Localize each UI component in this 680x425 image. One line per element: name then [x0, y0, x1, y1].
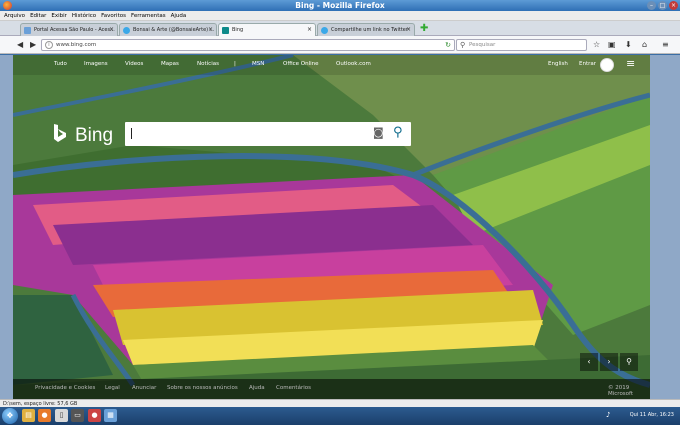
bing-search-input[interactable]: ◙ ⚲	[125, 122, 411, 146]
back-icon[interactable]: ◀	[17, 40, 23, 50]
search-input[interactable]: ⚲ Pesquisar	[456, 39, 587, 51]
menu-ajuda[interactable]: Ajuda	[171, 11, 187, 21]
tulip-fields-background	[13, 55, 650, 399]
tab-label: Bonsai & Arte (@BonsaieArte) ...	[133, 27, 215, 33]
star-icon[interactable]: ☆	[593, 40, 600, 50]
footer-about-ads-link[interactable]: Sobre os nossos anúncios	[167, 385, 238, 391]
tab-portal-acessa[interactable]: Portal Acessa São Paulo - Aces... ×	[20, 23, 118, 36]
tab-close-icon[interactable]: ×	[406, 24, 411, 36]
info-icon[interactable]: i	[45, 41, 53, 49]
files-icon[interactable]: ▦	[104, 409, 117, 422]
status-bar: D:\sem, espaço livre: 57,6 GB	[0, 399, 680, 407]
bing-favicon-icon	[222, 27, 229, 34]
maximize-button[interactable]: □	[658, 1, 667, 10]
forward-icon[interactable]: ▶	[30, 40, 36, 50]
navigation-bar: ◀ ▶ i www.bing.com ↻ ⚲ Pesquisar ☆ ▣ ⬇ ⌂…	[0, 36, 680, 54]
bing-top-nav: Tudo Imagens Vídeos Mapas Notícias | MSN…	[13, 55, 650, 75]
taskbar: ❖ ▤ ● ▯ ▭ ● ▦ ♪ Qui 11 Abr, 16:23	[0, 407, 680, 425]
minimize-button[interactable]: –	[647, 1, 656, 10]
menu-icon[interactable]: ≡	[662, 40, 669, 50]
menu-exibir[interactable]: Exibir	[51, 11, 67, 21]
nav-noticias[interactable]: Notícias	[197, 61, 219, 67]
tab-label: Bing	[232, 27, 244, 33]
firefox-taskbar-icon[interactable]: ●	[38, 409, 51, 422]
new-tab-button[interactable]: ✚	[420, 24, 428, 34]
avatar[interactable]	[600, 58, 614, 72]
url-bar[interactable]: i www.bing.com ↻	[41, 39, 455, 51]
nav-outlook[interactable]: Outlook.com	[336, 61, 371, 67]
nav-separator: |	[234, 61, 236, 67]
nav-videos[interactable]: Vídeos	[125, 61, 143, 67]
nav-mapas[interactable]: Mapas	[161, 61, 179, 67]
download-icon[interactable]: ⬇	[625, 40, 632, 50]
carousel-next-button[interactable]: ›	[600, 353, 618, 371]
globe-icon	[24, 27, 31, 34]
menu-ferramentas[interactable]: Ferramentas	[131, 11, 166, 21]
home-icon[interactable]: ⌂	[642, 40, 647, 50]
menu-favoritos[interactable]: Favoritos	[101, 11, 126, 21]
window-title: Bing - Mozilla Firefox	[295, 1, 385, 10]
tab-close-icon[interactable]: ×	[307, 24, 312, 36]
window-titlebar: Bing - Mozilla Firefox – □ ×	[0, 0, 680, 11]
menu-bar: Arquivo Editar Exibir Histórico Favorito…	[0, 11, 680, 21]
menu-historico[interactable]: Histórico	[72, 11, 96, 21]
nav-tudo[interactable]: Tudo	[54, 61, 67, 67]
nav-imagens[interactable]: Imagens	[84, 61, 108, 67]
url-text: www.bing.com	[56, 42, 97, 48]
terminal-icon[interactable]: ▭	[71, 409, 84, 422]
clock: Qui 11 Abr, 16:23	[629, 412, 674, 418]
twitter-icon	[321, 27, 328, 34]
folder-icon[interactable]: ▤	[22, 409, 35, 422]
hamburger-menu-icon[interactable]: ≡	[626, 57, 635, 70]
firefox-window-button[interactable]: ●	[88, 409, 101, 422]
start-button[interactable]: ❖	[2, 408, 18, 424]
tab-close-icon[interactable]: ×	[208, 24, 213, 36]
footer-legal-link[interactable]: Legal	[105, 385, 120, 391]
tab-bar: Portal Acessa São Paulo - Aces... × Bons…	[0, 21, 680, 37]
tab-label: Portal Acessa São Paulo - Aces...	[34, 27, 115, 33]
signin-link[interactable]: Entrar	[579, 61, 596, 67]
bing-footer: Privacidade e Cookies Legal Anunciar Sob…	[13, 379, 650, 399]
footer-feedback-link[interactable]: Comentários	[276, 385, 311, 391]
search-placeholder: Pesquisar	[469, 42, 496, 48]
tab-bing[interactable]: Bing ×	[218, 23, 316, 37]
menu-arquivo[interactable]: Arquivo	[4, 11, 25, 21]
tab-close-icon[interactable]: ×	[109, 24, 114, 36]
bing-logo-icon	[54, 124, 66, 142]
volume-icon[interactable]: ♪	[606, 411, 610, 419]
clipboard-icon[interactable]: ▣	[608, 40, 616, 50]
tab-bonsai-twitter[interactable]: Bonsai & Arte (@BonsaieArte) ... ×	[119, 23, 217, 36]
footer-help-link[interactable]: Ajuda	[249, 385, 265, 391]
nav-office-online[interactable]: Office Online	[283, 61, 319, 67]
search-icon[interactable]: ⚲	[393, 125, 403, 140]
document-icon[interactable]: ▯	[55, 409, 68, 422]
bing-logo-text: Bing	[75, 125, 114, 146]
bing-page: Tudo Imagens Vídeos Mapas Notícias | MSN…	[13, 55, 650, 399]
reload-icon[interactable]: ↻	[445, 40, 451, 50]
text-caret	[131, 128, 132, 139]
location-icon[interactable]: ⚲	[620, 353, 638, 371]
camera-icon[interactable]: ◙	[373, 126, 384, 139]
footer-privacy-link[interactable]: Privacidade e Cookies	[35, 385, 95, 391]
language-link[interactable]: English	[548, 61, 568, 67]
close-button[interactable]: ×	[669, 1, 678, 10]
copyright-text: © 2019 Microsoft	[608, 385, 634, 397]
footer-advertise-link[interactable]: Anunciar	[132, 385, 156, 391]
search-icon: ⚲	[460, 41, 466, 49]
nav-msn[interactable]: MSN	[252, 61, 264, 67]
menu-editar[interactable]: Editar	[30, 11, 46, 21]
tab-share-twitter[interactable]: Compartilhe um link no Twitter ×	[317, 23, 415, 36]
carousel-prev-button[interactable]: ‹	[580, 353, 598, 371]
left-strip	[0, 55, 13, 399]
twitter-icon	[123, 27, 130, 34]
tab-label: Compartilhe um link no Twitter	[331, 27, 408, 33]
right-strip	[650, 55, 680, 399]
